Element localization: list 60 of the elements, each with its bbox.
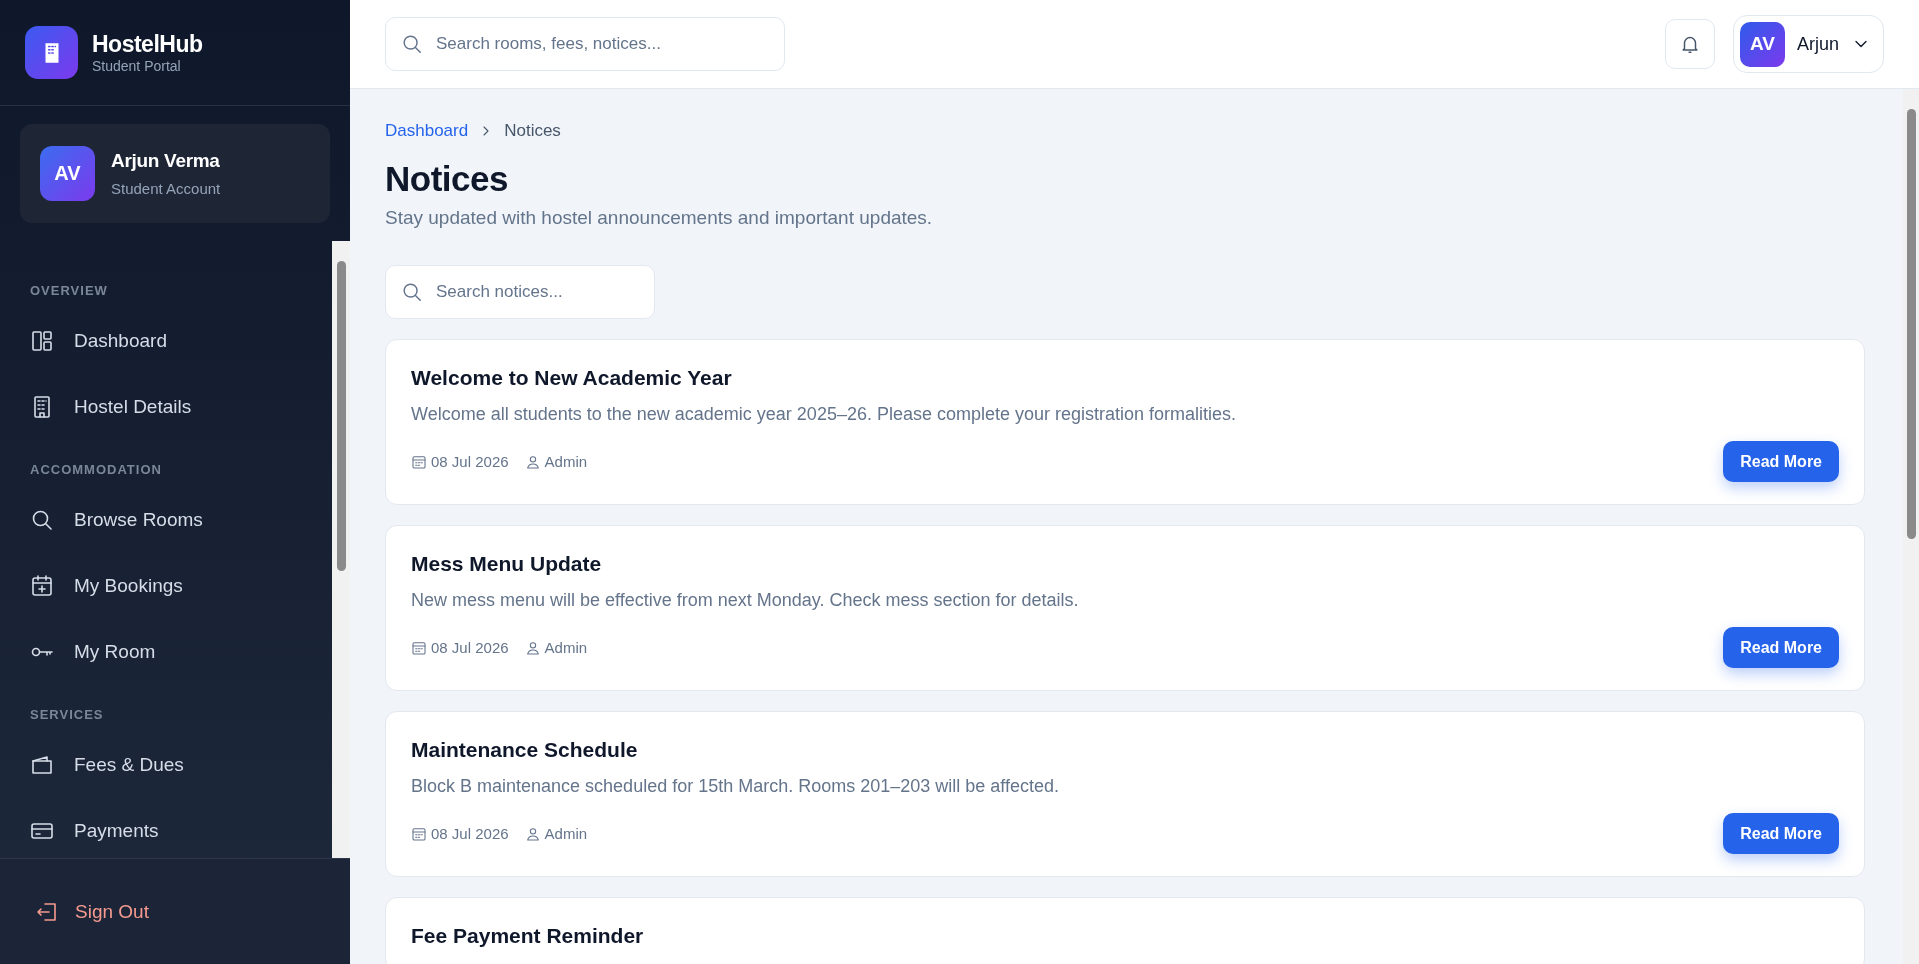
nav-section-label: ACCOMMODATION (29, 461, 163, 479)
breadcrumb-link[interactable]: Dashboard (385, 121, 469, 141)
sidebar-item-label: Hostel Details (74, 396, 192, 418)
page-title: Notices (385, 159, 509, 199)
search-icon (30, 508, 54, 532)
notice-title: Fee Payment Reminder (411, 924, 645, 948)
calendar-icon (411, 825, 427, 842)
sidebar-item-label: My Room (74, 641, 156, 663)
calendar-icon (411, 639, 427, 656)
calendar-icon (411, 453, 427, 470)
notice-author: Admin (544, 825, 588, 842)
wallet-icon (30, 753, 54, 777)
sign-out-button[interactable]: Sign Out (35, 899, 149, 924)
nav-section-label: SERVICES (29, 706, 105, 724)
read-more-button[interactable]: Read More (1723, 441, 1839, 482)
notice-body: New mess menu will be effective from next Monday. Check mess section for details. (411, 590, 1080, 611)
user-menu-button[interactable]: AV Arjun (1732, 15, 1884, 73)
sidebar-item[interactable]: Dashboard (0, 308, 332, 374)
brand-subtitle: Student Portal (92, 58, 182, 74)
profile-role: Student Account (111, 180, 221, 197)
read-more-button[interactable]: Read More (1723, 813, 1839, 854)
page-subtitle: Stay updated with hostel announcements and important updates. (385, 207, 934, 229)
notice-title: Maintenance Schedule (411, 738, 639, 762)
sidebar-item-label: Payments (74, 820, 159, 842)
notice-title: Welcome to New Academic Year (411, 366, 733, 390)
notice-body: Welcome all students to the new academic year 2025–26. Please complete your registration formalities. (411, 404, 1238, 425)
search-field[interactable]: Search rooms, fees, notices... (385, 17, 785, 71)
sidebar-item-label: Browse Rooms (74, 509, 203, 531)
notice-body: Block B maintenance scheduled for 15th March. Rooms 201–203 will be affected. (411, 776, 1061, 797)
sidebar-item-label: Fees & Dues (74, 754, 184, 776)
sidebar-item-label: Dashboard (74, 330, 167, 352)
person-icon (524, 453, 541, 470)
read-more-button[interactable]: Read More (1723, 627, 1839, 668)
sidebar-item[interactable]: Hostel Details (0, 374, 332, 440)
dashboard-icon (30, 329, 54, 353)
avatar: AV (40, 146, 95, 201)
scrollbar[interactable] (332, 241, 350, 858)
sidebar-item[interactable]: My Bookings (0, 553, 332, 619)
sidebar-item[interactable]: Browse Rooms (0, 487, 332, 553)
breadcrumb-current: Notices (504, 121, 561, 141)
profile-name: Arjun Verma (111, 150, 221, 172)
notice-date: 08 Jul 2026 (431, 825, 509, 842)
sidebar-item-label: My Bookings (74, 575, 183, 597)
sidebar-item[interactable]: Fees & Dues (0, 732, 332, 798)
person-icon (524, 825, 541, 842)
notice-author: Admin (544, 453, 588, 470)
notice-date: 08 Jul 2026 (431, 639, 509, 656)
user-name: Arjun (1796, 33, 1839, 55)
notice-title: Mess Menu Update (411, 552, 603, 576)
notice-search-field[interactable]: Search notices... (385, 265, 655, 319)
sidebar-item[interactable]: Payments (0, 798, 332, 858)
nav-section-label: OVERVIEW (29, 282, 109, 300)
avatar: AV (1739, 21, 1785, 67)
person-icon (524, 639, 541, 656)
brand-name: HostelHub (92, 31, 203, 58)
notification-button[interactable] (1664, 19, 1715, 69)
notice-date: 08 Jul 2026 (431, 453, 509, 470)
sidebar-item[interactable]: My Room (0, 619, 332, 685)
calendar-plus-icon (30, 574, 54, 598)
notice-author: Admin (544, 639, 588, 656)
